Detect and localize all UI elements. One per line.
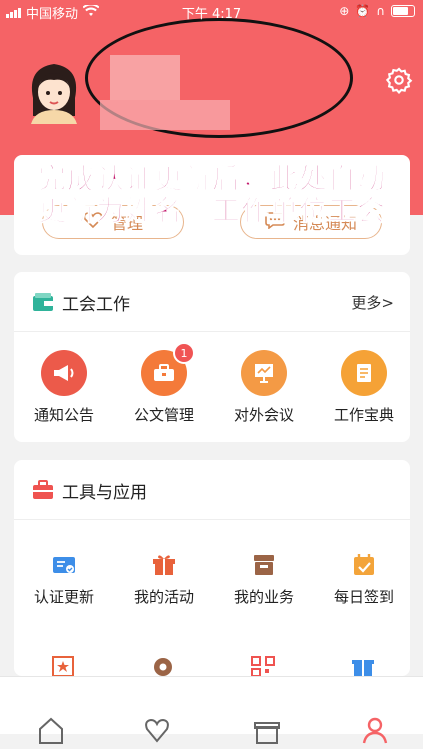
briefcase-icon: 1 (141, 342, 195, 396)
heart-tab-icon[interactable] (142, 715, 172, 745)
union-work-card: 工会工作 更多> 通知公告 1 公文管理 对外会议 工作宝典 (14, 272, 410, 442)
meetings-label: 对外会议 (233, 406, 294, 424)
avatar[interactable] (25, 58, 83, 124)
daily-checkin-item[interactable]: 每日签到 (314, 552, 414, 607)
status-bar: 中国移动 下午 4:17 ⊕ ⏰ ∩ (0, 0, 423, 22)
rotation-lock-icon: ⊕ (339, 4, 350, 18)
home-tab-icon[interactable] (36, 715, 66, 745)
profile-tab-icon[interactable] (360, 715, 390, 745)
tools-card: 工具与应用 认证更新 我的活动 我的业务 每日签到 (14, 460, 410, 677)
alarm-icon: ⏰ (355, 4, 371, 18)
id-card-icon (51, 552, 77, 578)
my-activities-item[interactable]: 我的活动 (114, 552, 214, 607)
gift-tab-icon[interactable] (252, 715, 282, 745)
union-work-title: 工会工作 (62, 295, 130, 315)
presentation-icon (241, 350, 287, 396)
calendar-check-icon (351, 552, 377, 578)
blurred-name (110, 55, 180, 100)
notice-label: 通知公告 (33, 406, 94, 424)
cert-update-label: 认证更新 (33, 588, 94, 606)
my-business-item[interactable]: 我的业务 (214, 552, 314, 607)
documents-label: 公文管理 (133, 406, 194, 424)
annotation-line-1: 完成认证更新后，此处自动 (37, 162, 386, 195)
handbook-item[interactable]: 工作宝典 (314, 350, 414, 425)
toolbox-icon (32, 479, 54, 501)
battery-icon (391, 5, 415, 17)
archive-icon (251, 552, 277, 578)
annotation-line-2: 更新为姓名＋工作单位工会 (37, 194, 386, 227)
documents-item[interactable]: 1 公文管理 (114, 342, 214, 425)
blurred-unit (100, 100, 230, 130)
wallet-icon (32, 291, 54, 313)
union-work-header: 工会工作 更多> (14, 272, 410, 332)
meetings-item[interactable]: 对外会议 (214, 350, 314, 425)
tools-header: 工具与应用 (14, 460, 410, 520)
documents-badge: 1 (173, 342, 195, 364)
my-activities-label: 我的活动 (133, 588, 194, 606)
handbook-label: 工作宝典 (333, 406, 394, 424)
my-business-label: 我的业务 (233, 588, 294, 606)
notice-item[interactable]: 通知公告 (14, 350, 114, 425)
megaphone-icon (41, 350, 87, 396)
headphones-icon: ∩ (376, 4, 385, 18)
daily-checkin-label: 每日签到 (333, 588, 394, 606)
settings-gear-icon[interactable] (385, 66, 413, 95)
book-icon (341, 350, 387, 396)
more-link[interactable]: 更多> (351, 292, 394, 313)
bottom-tab-bar (0, 676, 423, 744)
gift-icon (151, 552, 177, 578)
cert-update-item[interactable]: 认证更新 (14, 552, 114, 607)
tools-title: 工具与应用 (62, 483, 147, 503)
